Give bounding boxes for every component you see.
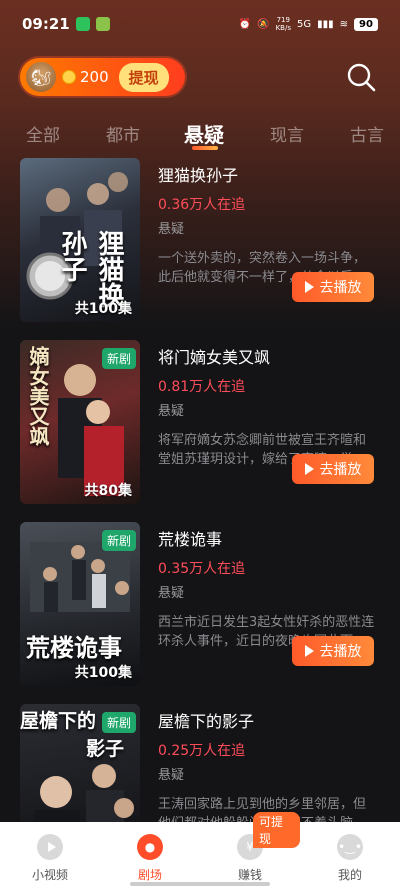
- mute-icon: 🔕: [257, 18, 270, 30]
- nav-label: 小视频: [31, 868, 68, 882]
- bottom-nav: 小视频 ● 剧场 可提现 ¥ 赚钱 •‿• 我的: [0, 812, 400, 889]
- net-speed-unit: KB/s: [275, 24, 291, 32]
- play-button[interactable]: 去播放: [292, 454, 374, 484]
- new-badge: 新剧: [101, 348, 136, 369]
- tab-all[interactable]: 全部: [26, 121, 60, 146]
- follower-count: 0.35万人在追: [158, 561, 246, 577]
- new-badge: 新剧: [101, 712, 136, 733]
- drama-info: 狸猫换孙子 0.36万人在追 悬疑 一个送外卖的，突然卷入一场斗争，此后他就变得…: [158, 162, 378, 287]
- nav-label: 赚钱: [237, 868, 262, 882]
- drama-poster[interactable]: 嫡女美又飒 新剧 共80集: [20, 340, 140, 504]
- drama-poster[interactable]: 狸猫换孙子 共100集: [20, 158, 140, 322]
- drama-title[interactable]: 狸猫换孙子: [158, 162, 378, 186]
- nav-label: 我的: [337, 868, 362, 882]
- coin-count: 200: [80, 68, 109, 86]
- tab-romance[interactable]: 现言: [270, 121, 304, 146]
- play-button[interactable]: 去播放: [292, 272, 374, 302]
- search-button[interactable]: [344, 60, 378, 94]
- nav-item-earn[interactable]: 可提现 ¥ 赚钱: [200, 812, 300, 889]
- list-item[interactable]: 荒楼诡事 新剧 共100集 荒楼诡事 0.35万人在追 悬疑 西兰市近日发生3起…: [0, 522, 400, 692]
- signal-label: 5G: [296, 18, 312, 30]
- status-bar: 09:21 ⏰ 🔕 719 KB/s 5G ▮▮▮ ≋ 90: [0, 0, 400, 48]
- episode-count: 共100集: [74, 301, 132, 317]
- tab-suspense[interactable]: 悬疑: [184, 119, 224, 148]
- drama-title[interactable]: 屋檐下的影子: [158, 708, 378, 732]
- active-tab-indicator: [192, 146, 218, 150]
- play-button-label: 去播放: [319, 280, 362, 296]
- list-item[interactable]: 嫡女美又飒 新剧 共80集 将门嫡女美又飒 0.81万人在追 悬疑 将军府嫡女苏…: [0, 340, 400, 510]
- episode-count: 共80集: [84, 483, 132, 499]
- drama-genre: 悬疑: [158, 404, 185, 419]
- nav-item-theater[interactable]: ● 剧场: [100, 822, 200, 889]
- search-icon: [347, 63, 376, 92]
- play-circle-icon: [37, 834, 63, 860]
- play-button-label: 去播放: [319, 644, 362, 660]
- app-notification-icon: [95, 17, 110, 31]
- drama-poster[interactable]: 荒楼诡事 新剧 共100集: [20, 522, 140, 686]
- battery-indicator: 90: [354, 17, 378, 31]
- nav-item-profile[interactable]: •‿• 我的: [300, 822, 400, 889]
- episode-count: 共100集: [74, 665, 132, 681]
- drama-genre: 悬疑: [158, 222, 185, 237]
- drama-info: 将门嫡女美又飒 0.81万人在追 悬疑 将军府嫡女苏念卿前世被宣王齐暄和堂姐苏瑾…: [158, 344, 378, 469]
- drama-genre: 悬疑: [158, 768, 185, 783]
- play-icon: [304, 645, 314, 657]
- alarm-icon: ⏰: [238, 18, 252, 30]
- follower-count: 0.25万人在追: [158, 743, 246, 759]
- follower-count: 0.36万人在追: [158, 197, 246, 213]
- drama-info: 荒楼诡事 0.35万人在追 悬疑 西兰市近日发生3起女性奸杀的恶性连环杀人事件，…: [158, 526, 378, 651]
- withdraw-button[interactable]: 提现: [118, 62, 169, 92]
- nav-item-short-video[interactable]: 小视频: [0, 822, 100, 889]
- drama-title[interactable]: 将门嫡女美又飒: [158, 344, 378, 368]
- network-speed: 719 KB/s: [276, 16, 291, 32]
- play-button[interactable]: 去播放: [292, 636, 374, 666]
- status-time: 09:21: [22, 15, 70, 33]
- play-button-label: 去播放: [319, 462, 362, 478]
- wechat-icon: [75, 17, 90, 31]
- poster-title-line-2: 影子: [86, 738, 125, 760]
- poster-title-line-1: 屋檐下的: [20, 710, 97, 732]
- avatar[interactable]: 🐿: [26, 62, 56, 92]
- play-icon: [304, 463, 314, 475]
- category-tabs: 全部 都市 悬疑 现言 古言: [0, 116, 400, 150]
- theater-icon: ●: [137, 834, 163, 860]
- list-item[interactable]: 狸猫换孙子 共100集 狸猫换孙子 0.36万人在追 悬疑 一个送外卖的，突然卷…: [0, 158, 400, 328]
- poster-title: 荒楼诡事: [26, 633, 122, 662]
- tab-urban[interactable]: 都市: [106, 121, 140, 146]
- coin-icon: [62, 70, 76, 84]
- withdraw-available-badge: 可提现: [253, 812, 300, 848]
- tab-ancient[interactable]: 古言: [350, 121, 384, 146]
- wallet-pill[interactable]: 🐿 200 提现: [20, 58, 185, 96]
- follower-count: 0.81万人在追: [158, 379, 246, 395]
- play-icon: [304, 281, 314, 293]
- signal-icon: ▮▮▮: [317, 18, 334, 30]
- drama-title[interactable]: 荒楼诡事: [158, 526, 378, 550]
- status-indicators: ⏰ 🔕 719 KB/s 5G ▮▮▮ ≋ 90: [239, 16, 378, 32]
- home-indicator[interactable]: [130, 882, 270, 886]
- wifi-icon: ≋: [339, 18, 348, 30]
- net-speed-value: 719: [276, 16, 290, 24]
- poster-title: 嫡女美又飒: [26, 346, 50, 446]
- profile-icon: •‿•: [337, 834, 363, 860]
- drama-genre: 悬疑: [158, 586, 185, 601]
- nav-label: 剧场: [137, 868, 162, 882]
- new-badge: 新剧: [101, 530, 136, 551]
